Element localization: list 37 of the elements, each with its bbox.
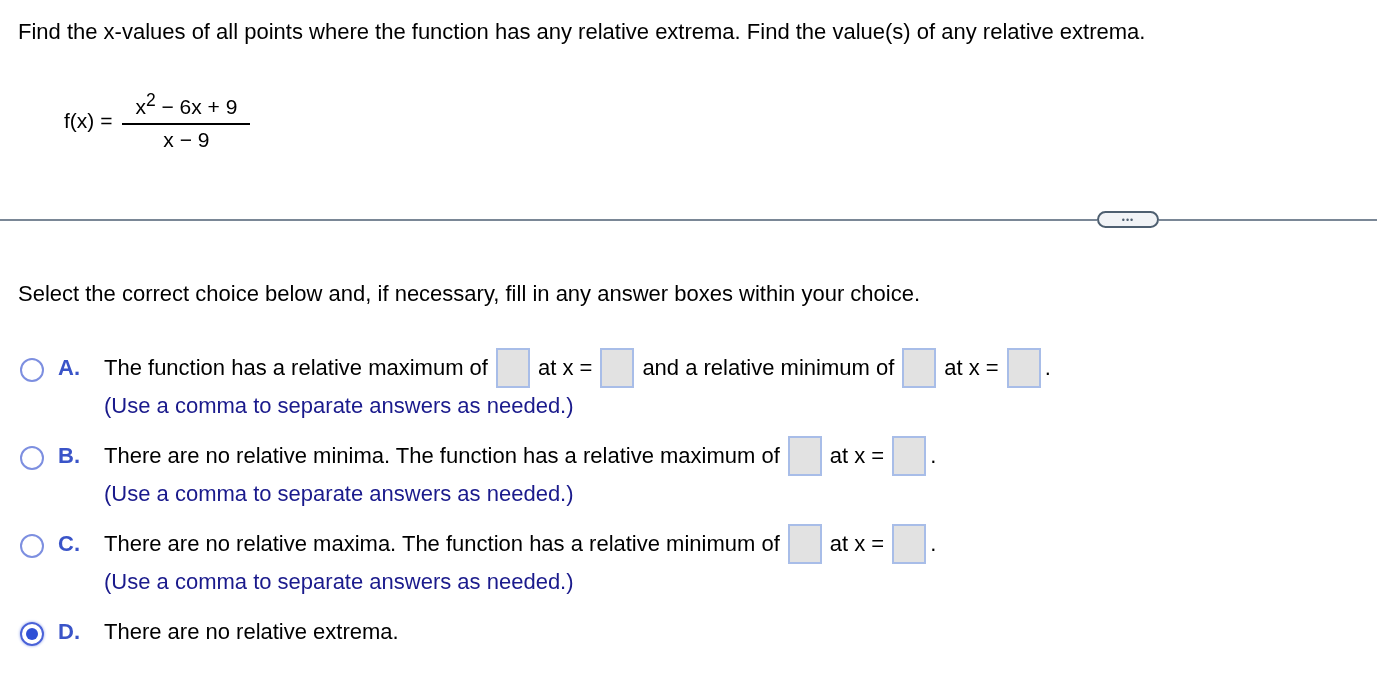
hint-text: (Use a comma to separate answers as needed.) xyxy=(104,480,575,508)
choice-text: There are no relative minima. The function has a relative maximum of xyxy=(104,443,780,469)
answer-box[interactable] xyxy=(892,436,927,476)
radio-button[interactable] xyxy=(20,358,44,382)
choice-text: . xyxy=(930,531,937,557)
answer-box[interactable] xyxy=(892,524,927,564)
choice-text: at x = xyxy=(537,355,593,381)
more-button[interactable]: ••• xyxy=(1097,211,1159,228)
choice-text: . xyxy=(1044,355,1051,381)
choice-text: . xyxy=(930,443,937,469)
answer-box[interactable] xyxy=(495,348,530,388)
radio-button[interactable] xyxy=(20,534,44,558)
radio-button[interactable] xyxy=(20,446,44,470)
choice-letter: B. xyxy=(58,442,81,470)
choice-text: at x = xyxy=(829,443,885,469)
answer-box[interactable] xyxy=(902,348,937,388)
choice-letter: A. xyxy=(58,354,81,382)
fraction-numerator: x$^{2}$ − 6x + 9 xyxy=(134,89,239,120)
choice-text: There are no relative maxima. The function has a relative minimum of xyxy=(104,531,780,557)
answer-box[interactable] xyxy=(1006,348,1041,388)
choice-text: at x = xyxy=(829,531,885,557)
hint-text: (Use a comma to separate answers as needed.) xyxy=(104,392,575,420)
fraction-denominator: x − 9 xyxy=(163,127,210,153)
instruction-text: Select the correct choice below and, if necessary, fill in any answer boxes within your choice. xyxy=(18,280,922,308)
function-label: f(x) = xyxy=(64,108,113,133)
answer-box[interactable] xyxy=(787,524,822,564)
hint-text: (Use a comma to separate answers as needed.) xyxy=(104,568,575,596)
choice-letter: C. xyxy=(58,530,81,558)
question-text: Find the x-values of all points where the function has any relative extrema. Find the value(s) of any relative extrema. xyxy=(17,18,1147,46)
answer-box[interactable] xyxy=(600,348,635,388)
choice-letter: D. xyxy=(58,618,81,646)
choice-text: There are no relative extrema. xyxy=(104,619,399,645)
choice-text: The function has a relative maximum of xyxy=(104,355,488,381)
answer-box[interactable] xyxy=(787,436,822,476)
choice-text: at x = xyxy=(944,355,999,381)
choice-text: and a relative minimum of xyxy=(642,355,895,381)
radio-button[interactable] xyxy=(20,622,44,646)
